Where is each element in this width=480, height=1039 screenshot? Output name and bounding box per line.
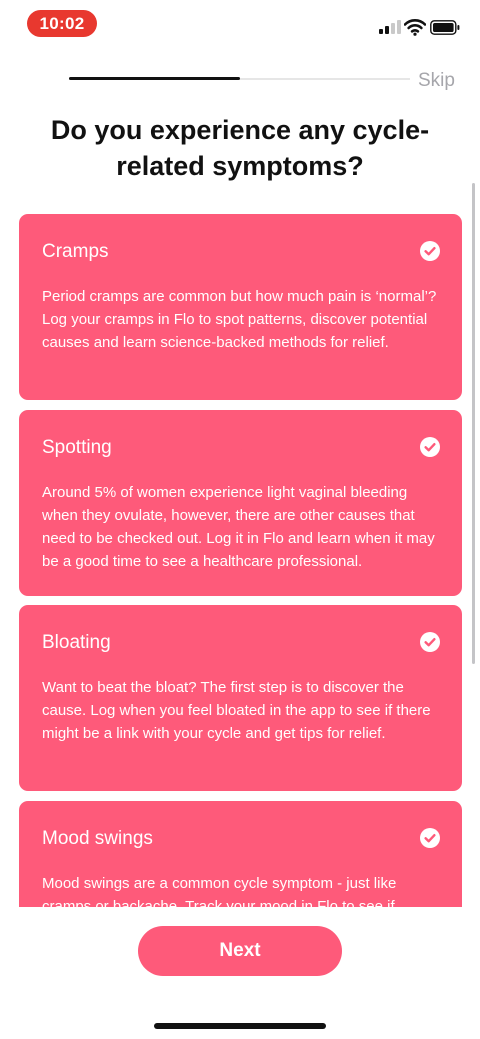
symptom-title: Cramps <box>42 241 109 262</box>
symptom-title: Mood swings <box>42 828 153 849</box>
home-indicator <box>154 1023 326 1029</box>
skip-button[interactable]: Skip <box>418 70 455 92</box>
symptom-card-cramps[interactable]: Cramps Period cramps are common but how … <box>19 214 462 400</box>
cellular-signal-icon <box>379 20 401 34</box>
symptom-card-spotting[interactable]: Spotting Around 5% of women experience l… <box>19 410 462 596</box>
progress-fill <box>69 77 240 80</box>
symptom-title: Bloating <box>42 632 111 653</box>
checkmark-circle-icon <box>420 437 440 457</box>
symptom-list[interactable]: Cramps Period cramps are common but how … <box>0 200 480 907</box>
checkmark-circle-icon <box>420 632 440 652</box>
wifi-icon <box>404 19 426 36</box>
page-title: Do you experience any cycle-related symp… <box>50 115 430 181</box>
symptom-description: Period cramps are common but how much pa… <box>42 288 437 351</box>
symptom-card-bloating[interactable]: Bloating Want to beat the bloat? The fir… <box>19 605 462 791</box>
checkmark-circle-icon <box>420 828 440 848</box>
symptom-title: Spotting <box>42 437 112 458</box>
status-time: 10:02 <box>27 10 97 37</box>
checkmark-circle-icon <box>420 241 440 261</box>
symptom-card-mood-swings[interactable]: Mood swings Mood swings are a common cyc… <box>19 801 462 907</box>
next-button[interactable]: Next <box>138 926 342 976</box>
symptom-description: Mood swings are a common cycle symptom -… <box>42 875 397 907</box>
scrollbar[interactable] <box>472 183 475 664</box>
status-bar: 10:02 <box>0 0 480 46</box>
onboarding-progress-bar <box>69 77 410 80</box>
symptom-description: Around 5% of women experience light vagi… <box>42 484 435 570</box>
battery-icon <box>430 20 460 35</box>
symptom-description: Want to beat the bloat? The first step i… <box>42 679 431 742</box>
